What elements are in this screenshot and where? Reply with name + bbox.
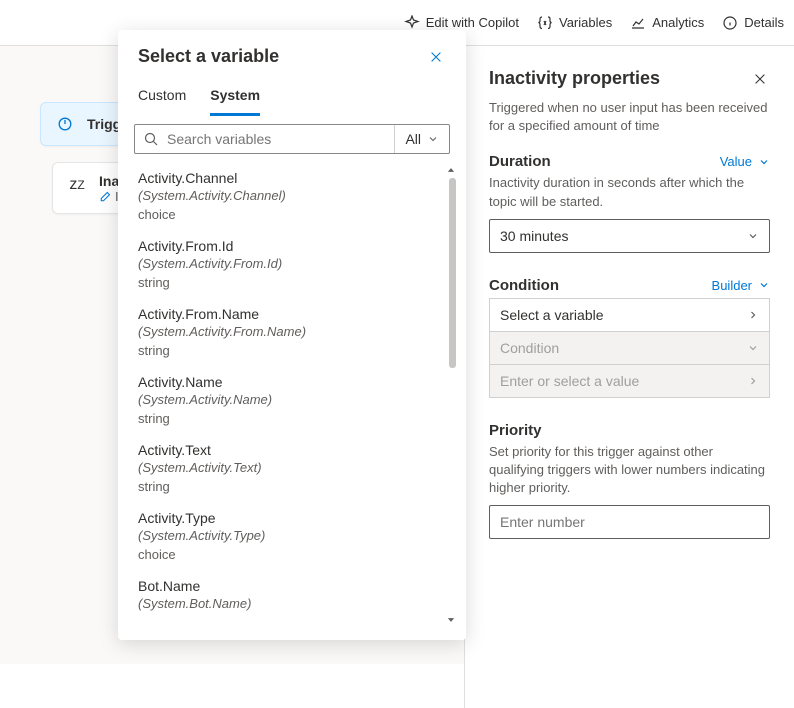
priority-section: Priority Set priority for this trigger a… xyxy=(489,422,770,540)
scroll-thumb[interactable] xyxy=(449,178,456,368)
variable-tabs: Custom System xyxy=(118,75,466,116)
duration-label: Duration xyxy=(489,153,551,170)
scroll-up-icon[interactable] xyxy=(446,162,456,178)
condition-label: Condition xyxy=(489,277,559,294)
variable-list: Activity.Channel (System.Activity.Channe… xyxy=(122,162,460,628)
chevron-down-icon xyxy=(427,133,439,145)
close-icon xyxy=(753,72,767,86)
toolbar-copilot[interactable]: Edit with Copilot xyxy=(404,15,519,31)
variable-path: (System.Activity.Text) xyxy=(138,460,446,475)
toolbar-variables-label: Variables xyxy=(559,15,612,30)
scroll-down-icon[interactable] xyxy=(446,612,456,628)
variable-item[interactable]: Activity.Channel (System.Activity.Channe… xyxy=(136,162,446,230)
trigger-icon xyxy=(53,112,77,136)
variable-item[interactable]: Bot.Name (System.Bot.Name) xyxy=(136,570,446,623)
toolbar-analytics[interactable]: Analytics xyxy=(630,15,704,31)
variable-name: Activity.Channel xyxy=(138,170,446,186)
tab-custom[interactable]: Custom xyxy=(138,79,186,116)
variable-path: (System.Activity.Name) xyxy=(138,392,446,407)
variable-path: (System.Activity.From.Id) xyxy=(138,256,446,271)
toolbar-details[interactable]: Details xyxy=(722,15,784,31)
duration-help: Inactivity duration in seconds after whi… xyxy=(489,174,770,210)
search-input[interactable] xyxy=(167,131,386,147)
priority-input[interactable] xyxy=(489,505,770,539)
variable-path: (System.Activity.Channel) xyxy=(138,188,446,203)
duration-mode-text: Value xyxy=(720,154,752,169)
variable-path: (System.Activity.From.Name) xyxy=(138,324,446,339)
condition-variable-text: Select a variable xyxy=(500,307,604,323)
variable-type: choice xyxy=(138,547,446,562)
chevron-down-icon xyxy=(758,279,770,291)
condition-operator-text: Condition xyxy=(500,340,559,356)
toolbar-variables[interactable]: Variables xyxy=(537,15,612,31)
condition-value-select[interactable]: Enter or select a value xyxy=(490,365,769,397)
toolbar-details-label: Details xyxy=(744,15,784,30)
sparkle-icon xyxy=(404,15,420,31)
duration-section: Duration Value Inactivity duration in se… xyxy=(489,153,770,252)
variable-name: Activity.From.Name xyxy=(138,306,446,322)
sleep-icon: zZ xyxy=(65,173,89,197)
filter-dropdown[interactable]: All xyxy=(394,125,449,153)
edit-icon xyxy=(99,191,111,203)
info-icon xyxy=(722,15,738,31)
variable-name: Activity.Name xyxy=(138,374,446,390)
variable-picker-popup: Select a variable Custom System All Acti… xyxy=(118,30,466,640)
variable-item[interactable]: Activity.Text (System.Activity.Text) str… xyxy=(136,434,446,502)
variable-type: choice xyxy=(138,207,446,222)
panel-close-button[interactable] xyxy=(750,69,770,89)
panel-title: Inactivity properties xyxy=(489,68,660,89)
variable-item[interactable]: Activity.Type (System.Activity.Type) cho… xyxy=(136,502,446,570)
condition-mode-toggle[interactable]: Builder xyxy=(712,278,770,293)
variable-type: string xyxy=(138,343,446,358)
condition-mode-text: Builder xyxy=(712,278,752,293)
close-icon xyxy=(429,50,443,64)
variable-item[interactable]: Activity.From.Id (System.Activity.From.I… xyxy=(136,230,446,298)
variable-path: (System.Activity.Type) xyxy=(138,528,446,543)
variable-type: string xyxy=(138,275,446,290)
variable-name: Activity.Text xyxy=(138,442,446,458)
condition-builder: Select a variable Condition Enter or sel… xyxy=(489,298,770,398)
search-row: All xyxy=(134,124,450,154)
condition-value-text: Enter or select a value xyxy=(500,373,639,389)
toolbar-copilot-label: Edit with Copilot xyxy=(426,15,519,30)
chevron-right-icon xyxy=(747,375,759,387)
search-icon xyxy=(143,131,159,147)
chevron-right-icon xyxy=(747,309,759,321)
priority-label: Priority xyxy=(489,422,542,439)
tab-system[interactable]: System xyxy=(210,79,260,116)
condition-operator-select[interactable]: Condition xyxy=(490,332,769,364)
variable-name: Activity.From.Id xyxy=(138,238,446,254)
variable-name: Bot.Name xyxy=(138,578,446,594)
chevron-down-icon xyxy=(747,342,759,354)
toolbar-analytics-label: Analytics xyxy=(652,15,704,30)
duration-value: 30 minutes xyxy=(500,228,568,244)
variable-type: string xyxy=(138,479,446,494)
condition-section: Condition Builder Select a variable Cond… xyxy=(489,277,770,398)
priority-help: Set priority for this trigger against ot… xyxy=(489,443,770,498)
variable-type: string xyxy=(138,411,446,426)
filter-label: All xyxy=(405,131,421,147)
chevron-down-icon xyxy=(758,156,770,168)
properties-panel: Inactivity properties Triggered when no … xyxy=(464,46,794,708)
braces-icon xyxy=(537,15,553,31)
popup-title: Select a variable xyxy=(138,46,279,67)
variable-path: (System.Bot.Name) xyxy=(138,596,446,611)
duration-mode-toggle[interactable]: Value xyxy=(720,154,770,169)
close-button[interactable] xyxy=(426,47,446,67)
condition-variable-select[interactable]: Select a variable xyxy=(490,299,769,331)
variable-name: Activity.Type xyxy=(138,510,446,526)
variable-item[interactable]: Activity.Name (System.Activity.Name) str… xyxy=(136,366,446,434)
variable-item[interactable]: Activity.From.Name (System.Activity.From… xyxy=(136,298,446,366)
chart-icon xyxy=(630,15,646,31)
panel-description: Triggered when no user input has been re… xyxy=(489,99,770,135)
duration-select[interactable]: 30 minutes xyxy=(489,219,770,253)
chevron-down-icon xyxy=(747,230,759,242)
